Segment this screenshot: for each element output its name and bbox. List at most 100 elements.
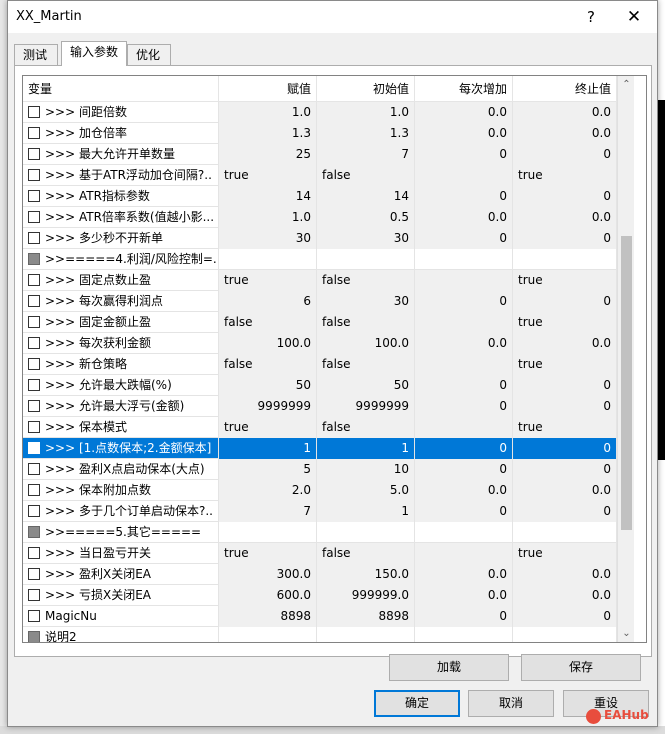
save-button[interactable]: 保存 [521,654,641,681]
table-row[interactable]: >>=====4.利润/风险控制=... [23,249,617,270]
tab-inputs[interactable]: 输入参数 [61,41,127,66]
param-step[interactable] [415,165,513,186]
param-stop[interactable]: 0 [513,291,617,312]
param-start[interactable]: 50 [317,375,415,396]
param-value[interactable]: 100.0 [219,333,317,354]
column-header-value[interactable]: 赋值 [219,76,317,102]
param-step[interactable] [415,249,513,270]
param-stop[interactable]: 0.0 [513,102,617,123]
param-stop[interactable]: 0 [513,501,617,522]
table-row[interactable]: >>> [1.点数保本;2.金额保本] 1 1 0 0 [23,438,617,459]
param-value[interactable]: 600.0 [219,585,317,606]
param-value[interactable]: 1.3 [219,123,317,144]
table-row[interactable]: >>> 允许最大跌幅(%) 50 50 0 0 [23,375,617,396]
param-step[interactable]: 0.0 [415,480,513,501]
param-start[interactable]: 1 [317,501,415,522]
param-value[interactable]: 25 [219,144,317,165]
param-start[interactable]: 30 [317,228,415,249]
column-header-variable[interactable]: 变量 [23,76,219,102]
param-start[interactable]: 1.3 [317,123,415,144]
param-checkbox[interactable] [28,589,40,601]
table-row[interactable]: >>> 固定点数止盈 true false true [23,270,617,291]
param-start[interactable]: false [317,165,415,186]
param-checkbox[interactable] [28,358,40,370]
param-checkbox[interactable] [28,400,40,412]
column-header-step[interactable]: 每次增加 [415,76,513,102]
param-step[interactable]: 0 [415,291,513,312]
param-value[interactable]: 7 [219,501,317,522]
table-row[interactable]: >>=====5.其它===== [23,522,617,543]
param-stop[interactable]: true [513,270,617,291]
table-row[interactable]: >>> 保本模式 true false true [23,417,617,438]
param-step[interactable]: 0 [415,438,513,459]
param-checkbox[interactable] [28,421,40,433]
param-stop[interactable]: 0 [513,375,617,396]
param-stop[interactable]: 0 [513,396,617,417]
param-stop[interactable]: 0.0 [513,585,617,606]
table-row[interactable]: >>> 多于几个订单启动保本?.. 7 1 0 0 [23,501,617,522]
table-row[interactable]: 说明2 [23,627,617,642]
param-stop[interactable]: 0.0 [513,564,617,585]
param-step[interactable]: 0.0 [415,207,513,228]
param-stop[interactable]: true [513,417,617,438]
param-stop[interactable]: true [513,312,617,333]
param-start[interactable]: 9999999 [317,396,415,417]
param-value[interactable]: 300.0 [219,564,317,585]
table-row[interactable]: >>> 最大允许开单数量 25 7 0 0 [23,144,617,165]
param-stop[interactable] [513,627,617,642]
table-row[interactable]: >>> 每次获利金额 100.0 100.0 0.0 0.0 [23,333,617,354]
param-value[interactable] [219,627,317,642]
table-row[interactable]: >>> 固定金额止盈 false false true [23,312,617,333]
param-start[interactable]: 30 [317,291,415,312]
ok-button[interactable]: 确定 [374,690,460,717]
param-stop[interactable]: 0 [513,144,617,165]
param-step[interactable] [415,627,513,642]
scroll-down-icon[interactable]: ⌄ [618,625,635,642]
vertical-scrollbar[interactable]: ⌃ ⌄ [617,76,634,642]
param-step[interactable]: 0.0 [415,564,513,585]
param-stop[interactable]: 0.0 [513,207,617,228]
param-checkbox[interactable] [28,253,40,265]
param-step[interactable] [415,354,513,375]
tab-testing[interactable]: 测试 [14,44,58,65]
cancel-button[interactable]: 取消 [468,690,554,717]
param-checkbox[interactable] [28,148,40,160]
param-stop[interactable]: 0 [513,459,617,480]
param-stop[interactable]: 0.0 [513,123,617,144]
param-start[interactable]: 8898 [317,606,415,627]
param-start[interactable]: false [317,270,415,291]
param-checkbox[interactable] [28,274,40,286]
param-step[interactable]: 0.0 [415,123,513,144]
table-row[interactable]: >>> 多少秒不开新单 30 30 0 0 [23,228,617,249]
param-step[interactable]: 0 [415,228,513,249]
param-checkbox[interactable] [28,484,40,496]
param-value[interactable]: 1 [219,438,317,459]
table-row[interactable]: >>> 亏损X关闭EA 600.0 999999.0 0.0 0.0 [23,585,617,606]
table-row[interactable]: >>> 当日盈亏开关 true false true [23,543,617,564]
param-start[interactable]: false [317,312,415,333]
param-checkbox[interactable] [28,568,40,580]
param-step[interactable]: 0.0 [415,333,513,354]
param-value[interactable]: true [219,270,317,291]
param-value[interactable]: 8898 [219,606,317,627]
param-stop[interactable]: 0 [513,606,617,627]
table-row[interactable]: >>> ATR倍率系数(值越小影... 1.0 0.5 0.0 0.0 [23,207,617,228]
param-start[interactable]: 1 [317,438,415,459]
scroll-up-icon[interactable]: ⌃ [618,76,635,93]
param-value[interactable]: 9999999 [219,396,317,417]
param-start[interactable] [317,522,415,543]
param-stop[interactable]: true [513,165,617,186]
param-checkbox[interactable] [28,295,40,307]
param-start[interactable]: 5.0 [317,480,415,501]
param-stop[interactable]: 0 [513,438,617,459]
param-step[interactable] [415,522,513,543]
param-value[interactable]: 50 [219,375,317,396]
param-value[interactable]: 1.0 [219,207,317,228]
param-checkbox[interactable] [28,463,40,475]
param-checkbox[interactable] [28,211,40,223]
param-start[interactable]: 0.5 [317,207,415,228]
param-checkbox[interactable] [28,547,40,559]
help-icon[interactable]: ? [573,3,609,31]
param-step[interactable]: 0 [415,459,513,480]
param-start[interactable]: false [317,354,415,375]
